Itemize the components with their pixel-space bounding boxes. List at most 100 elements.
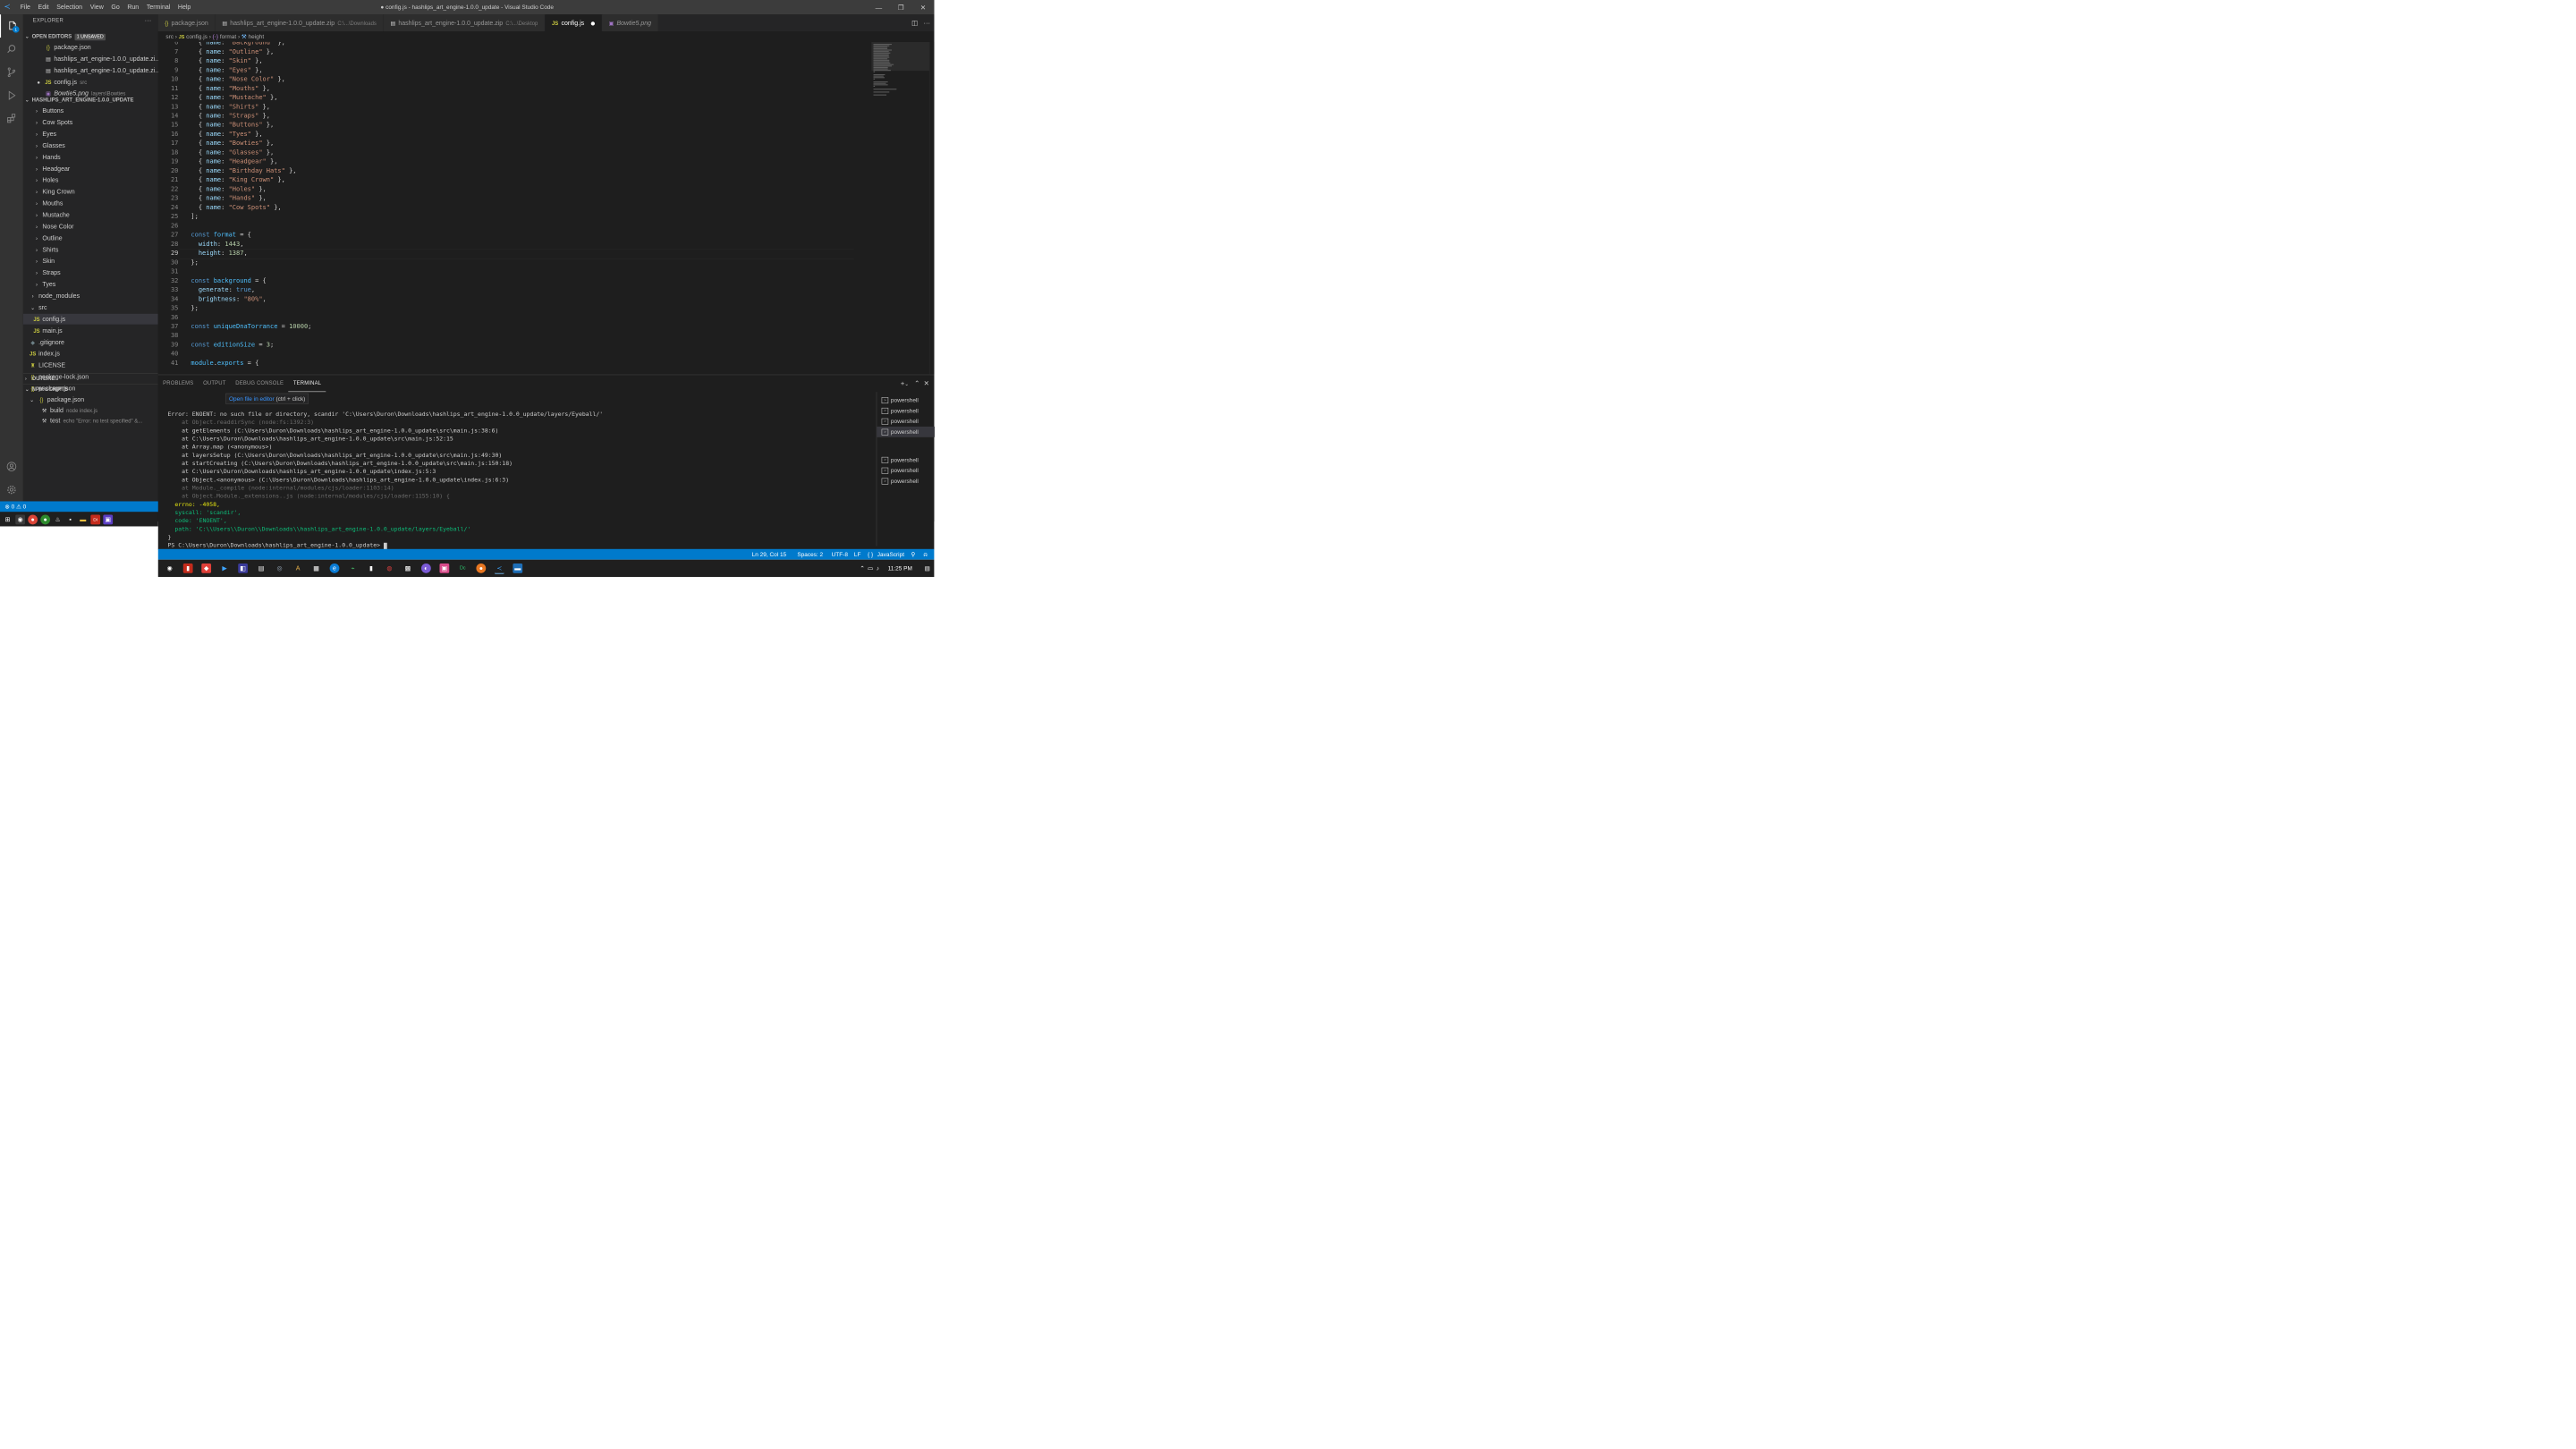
feedback-icon[interactable]: ⚲ bbox=[911, 549, 916, 560]
tree-item[interactable]: › Buttons bbox=[23, 106, 158, 116]
account-icon[interactable] bbox=[0, 455, 23, 479]
tree-item[interactable]: › Mouths bbox=[23, 198, 158, 208]
source-control-icon[interactable] bbox=[0, 61, 23, 84]
tab-config-js[interactable]: JS config.js bbox=[545, 14, 603, 32]
tab-package-json[interactable]: {} package.json bbox=[157, 14, 216, 32]
tab-hashlips-art-engine-1-0-0-update-zip[interactable]: ▤ hashlips_art_engine-1.0.0_update.zip C:\… bbox=[383, 14, 546, 32]
warning-count[interactable]: 0 bbox=[23, 504, 27, 511]
error-count[interactable]: 0 bbox=[12, 504, 15, 511]
extensions-icon[interactable] bbox=[0, 107, 23, 131]
bell-icon[interactable]: ⍾ bbox=[924, 549, 928, 560]
tree-item[interactable]: › Eyes bbox=[23, 129, 158, 140]
app-icon[interactable]: ▤ bbox=[257, 564, 267, 573]
minimap-viewport[interactable] bbox=[871, 41, 929, 72]
app-icon[interactable]: ▣ bbox=[439, 563, 450, 573]
app-icon[interactable]: ▶ bbox=[220, 564, 230, 573]
vscode-taskbar-icon[interactable]: ≺ bbox=[494, 564, 504, 574]
tree-item[interactable]: › node_modules bbox=[23, 291, 158, 301]
tree-item[interactable]: › Mustache bbox=[23, 209, 158, 220]
indentation[interactable]: Spaces: 2 bbox=[797, 549, 823, 560]
open-editor-item[interactable]: ● JS config.js src bbox=[23, 77, 158, 88]
terminal-instance[interactable]: > powershell bbox=[877, 476, 935, 487]
app-icon[interactable]: ◆ bbox=[201, 563, 212, 573]
tree-item[interactable]: › Headgear bbox=[23, 164, 158, 174]
app-icon[interactable]: ◉ bbox=[165, 564, 174, 573]
breadcrumb-file[interactable]: config.js bbox=[186, 33, 208, 40]
tree-item[interactable]: ◆ .gitignore bbox=[23, 337, 158, 348]
clock[interactable]: 11:25 PM bbox=[888, 560, 912, 577]
app-icon[interactable]: ● bbox=[40, 514, 51, 525]
app-icon[interactable]: ⌁ bbox=[348, 564, 358, 573]
outline-header[interactable]: › OUTLINE bbox=[22, 373, 158, 384]
terminal-instance[interactable]: > powershell bbox=[877, 394, 935, 405]
more-actions-icon[interactable]: ··· bbox=[145, 16, 152, 24]
terminal-instance[interactable]: > powershell bbox=[877, 416, 935, 427]
chrome-icon[interactable]: ● bbox=[28, 514, 38, 525]
tree-item[interactable]: › Shirts bbox=[23, 244, 158, 255]
gear-icon[interactable] bbox=[0, 479, 23, 502]
minimize-icon[interactable]: — bbox=[868, 0, 890, 14]
terminal-instance[interactable]: > powershell bbox=[877, 405, 935, 416]
file-explorer-icon[interactable]: ▬ bbox=[78, 515, 88, 525]
breadcrumb-property[interactable]: height bbox=[249, 33, 265, 40]
npm-script-test[interactable]: ⚒ test echo "Error: no test specified" &..… bbox=[23, 416, 158, 427]
panel-tab-debug-console[interactable]: DEBUG CONSOLE bbox=[231, 375, 289, 392]
tree-item[interactable]: JS main.js bbox=[23, 326, 158, 336]
app-icon[interactable]: ▦ bbox=[311, 564, 321, 573]
npm-package[interactable]: ⌄ {} package.json bbox=[23, 394, 158, 405]
warning-icon[interactable]: ⚠ bbox=[16, 504, 21, 511]
terminal-instance[interactable]: > powershell bbox=[877, 465, 935, 476]
open-editor-item[interactable]: ▤ hashlips_art_engine-1.0.0_update.zi... bbox=[23, 65, 158, 76]
app-icon[interactable]: ◍ bbox=[385, 564, 394, 573]
split-editor-icon[interactable]: ◫ bbox=[911, 19, 918, 27]
app-icon[interactable]: ▮ bbox=[367, 564, 377, 573]
tree-item[interactable]: ⌄ src bbox=[23, 302, 158, 313]
encoding[interactable]: UTF-8 bbox=[832, 549, 848, 560]
network-icon[interactable]: ▭ bbox=[868, 560, 873, 577]
code-editor[interactable]: 6 { name: "Background" }, 7 { name: "Outl… bbox=[157, 41, 935, 375]
tree-item[interactable]: › Glasses bbox=[23, 140, 158, 151]
app-icon[interactable]: DI bbox=[90, 514, 101, 525]
restore-icon[interactable]: ❐ bbox=[890, 0, 912, 14]
tree-item[interactable]: › Nose Color bbox=[23, 221, 158, 232]
edge-icon[interactable]: e bbox=[329, 563, 340, 573]
tray-chevron-icon[interactable]: ⌃ bbox=[860, 560, 864, 577]
volume-icon[interactable]: ♪ bbox=[877, 560, 879, 577]
tree-item[interactable]: › Hands bbox=[23, 152, 158, 163]
tree-item[interactable]: › Outline bbox=[23, 233, 158, 243]
panel-tab-problems[interactable]: PROBLEMS bbox=[158, 375, 199, 392]
terminal-instance[interactable]: > powershell bbox=[877, 454, 935, 465]
npm-script-build[interactable]: ⚒ build node index.js bbox=[23, 405, 158, 416]
search-icon[interactable] bbox=[0, 38, 23, 61]
open-editor-item[interactable]: ▤ hashlips_art_engine-1.0.0_update.zi... bbox=[23, 54, 158, 64]
steam-icon[interactable]: ♨ bbox=[53, 515, 63, 525]
minimap[interactable] bbox=[871, 41, 929, 375]
open-editor-item[interactable]: {} package.json bbox=[23, 42, 158, 53]
editor-scrollbar[interactable] bbox=[928, 41, 935, 375]
unsaved-dot-icon[interactable]: ● bbox=[35, 77, 43, 87]
tree-item[interactable]: JS config.js bbox=[22, 313, 158, 325]
tooltip-link[interactable]: Open file in editor bbox=[229, 395, 275, 402]
tree-item[interactable]: › Holes bbox=[23, 175, 158, 186]
app-icon[interactable]: ▪ bbox=[65, 515, 75, 525]
app-icon[interactable]: ▮ bbox=[182, 563, 193, 573]
tab-hashlips-art-engine-1-0-0-update-zip[interactable]: ▤ hashlips_art_engine-1.0.0_update.zip C:\… bbox=[215, 14, 384, 32]
language-mode[interactable]: JavaScript bbox=[877, 549, 904, 560]
app-icon[interactable]: ◧ bbox=[238, 563, 248, 573]
tree-item[interactable]: › King Crown bbox=[23, 187, 158, 198]
app-icon[interactable]: ◉ bbox=[15, 514, 26, 525]
error-icon[interactable]: ⊗ bbox=[4, 504, 9, 511]
tree-item[interactable]: › Cow Spots bbox=[23, 117, 158, 128]
app-icon[interactable]: A bbox=[293, 564, 303, 573]
app-icon[interactable]: ● bbox=[476, 563, 487, 573]
app-icon[interactable]: ◎ bbox=[275, 564, 284, 573]
run-debug-icon[interactable] bbox=[0, 84, 23, 107]
tree-item[interactable]: JS index.js bbox=[23, 349, 158, 360]
breadcrumb-symbol[interactable]: format bbox=[220, 33, 236, 40]
tab-bowtie5-png[interactable]: ▣ Bowtie5.png bbox=[602, 14, 659, 32]
app-icon[interactable]: ◐ bbox=[420, 563, 431, 573]
close-icon[interactable]: ✕ bbox=[912, 0, 935, 14]
panel-tab-output[interactable]: OUTPUT bbox=[199, 375, 231, 392]
close-panel-icon[interactable]: ✕ bbox=[924, 379, 929, 387]
maximize-panel-icon[interactable]: ⌃ bbox=[914, 379, 919, 387]
